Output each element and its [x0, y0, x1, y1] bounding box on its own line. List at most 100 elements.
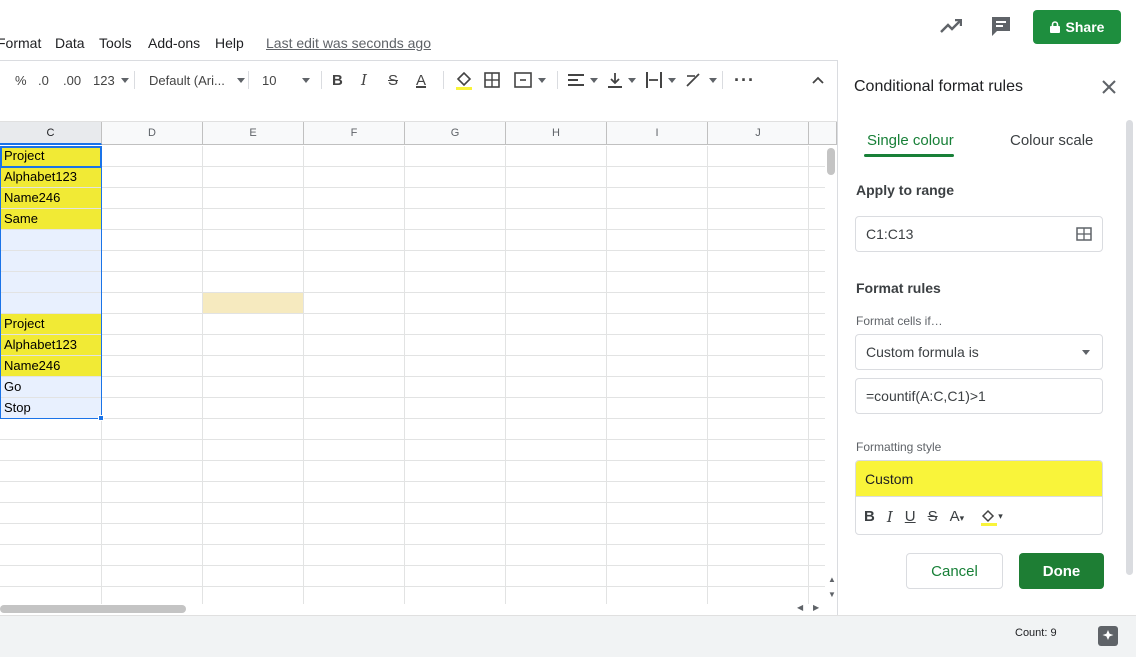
- grid-cell[interactable]: [203, 545, 304, 566]
- grid-cell[interactable]: [607, 440, 708, 461]
- grid-cell[interactable]: [506, 272, 607, 293]
- grid-cell[interactable]: [102, 230, 203, 251]
- grid-cell[interactable]: [708, 356, 809, 377]
- grid-cell[interactable]: [102, 398, 203, 419]
- text-color-icon[interactable]: A▾: [950, 508, 965, 525]
- column-header-c[interactable]: C: [0, 122, 102, 145]
- grid-cell[interactable]: [607, 482, 708, 503]
- grid-cell[interactable]: [203, 209, 304, 230]
- grid-cell[interactable]: [405, 146, 506, 167]
- grid-cell[interactable]: [506, 440, 607, 461]
- grid-cell[interactable]: [405, 440, 506, 461]
- grid-cell[interactable]: [203, 398, 304, 419]
- cell-c5[interactable]: [0, 230, 102, 251]
- last-edit-link[interactable]: Last edit was seconds ago: [266, 35, 431, 51]
- cell-c15[interactable]: [0, 440, 102, 461]
- grid-cell[interactable]: [304, 461, 405, 482]
- comments-icon[interactable]: [989, 14, 1013, 38]
- grid-cell[interactable]: [304, 398, 405, 419]
- explore-icon[interactable]: [1098, 626, 1118, 646]
- grid-cell[interactable]: [203, 230, 304, 251]
- vertical-scrollbar[interactable]: [825, 146, 837, 604]
- increase-decimal-button[interactable]: .00: [63, 61, 81, 99]
- grid-cell[interactable]: [405, 230, 506, 251]
- grid-cell[interactable]: [102, 272, 203, 293]
- grid-cell[interactable]: [304, 524, 405, 545]
- grid-cell[interactable]: [607, 209, 708, 230]
- grid-cell[interactable]: [708, 335, 809, 356]
- fill-color-icon[interactable]: [454, 61, 474, 99]
- grid-cell[interactable]: [607, 293, 708, 314]
- grid-cell[interactable]: [607, 503, 708, 524]
- grid-cell[interactable]: [203, 188, 304, 209]
- grid-cell[interactable]: [708, 251, 809, 272]
- grid-cell[interactable]: [405, 566, 506, 587]
- grid-cell[interactable]: [102, 461, 203, 482]
- formula-bar[interactable]: [0, 98, 837, 122]
- grid-cell[interactable]: [506, 482, 607, 503]
- cell-c11[interactable]: Name246: [0, 356, 102, 377]
- grid-cell[interactable]: [708, 419, 809, 440]
- grid-cell[interactable]: [405, 251, 506, 272]
- decrease-decimal-button[interactable]: .0: [38, 61, 49, 99]
- grid-cell[interactable]: [607, 146, 708, 167]
- grid-cell[interactable]: [102, 482, 203, 503]
- horizontal-scroll-thumb[interactable]: [0, 605, 186, 613]
- more-options-icon[interactable]: ···: [734, 61, 755, 99]
- grid-cell[interactable]: [304, 419, 405, 440]
- grid-cell[interactable]: [607, 230, 708, 251]
- grid-cell[interactable]: [405, 587, 506, 604]
- scroll-right-arrow-icon[interactable]: ▶: [813, 603, 819, 612]
- grid-cell[interactable]: [708, 230, 809, 251]
- underline-icon[interactable]: U: [905, 508, 916, 525]
- grid-cell[interactable]: [708, 293, 809, 314]
- cell-c20[interactable]: [0, 545, 102, 566]
- grid-cell[interactable]: [102, 524, 203, 545]
- grid-cell[interactable]: [304, 251, 405, 272]
- cell-c12[interactable]: Go: [0, 377, 102, 398]
- grid-cell[interactable]: [304, 545, 405, 566]
- cancel-button[interactable]: Cancel: [906, 553, 1003, 589]
- menu-addons[interactable]: Add-ons: [148, 35, 200, 51]
- grid-cell[interactable]: [405, 377, 506, 398]
- selection-count[interactable]: Count: 9: [1015, 627, 1057, 639]
- grid-cell[interactable]: [102, 545, 203, 566]
- borders-icon[interactable]: [484, 61, 500, 99]
- grid-cell[interactable]: [708, 377, 809, 398]
- scroll-down-arrow-icon[interactable]: ▼: [828, 590, 836, 599]
- grid-cell[interactable]: [405, 188, 506, 209]
- grid-cell[interactable]: [203, 314, 304, 335]
- grid-cell[interactable]: [304, 482, 405, 503]
- grid-cell[interactable]: [708, 146, 809, 167]
- grid-cell[interactable]: [304, 209, 405, 230]
- grid-cell[interactable]: [607, 188, 708, 209]
- menu-tools[interactable]: Tools: [99, 35, 132, 51]
- cell-c10[interactable]: Alphabet123: [0, 335, 102, 356]
- italic-icon[interactable]: I: [887, 508, 893, 526]
- grid-cell[interactable]: [607, 587, 708, 604]
- grid-cell[interactable]: [203, 419, 304, 440]
- grid-cell[interactable]: [708, 524, 809, 545]
- style-preview[interactable]: Custom: [856, 461, 1102, 497]
- grid-cell[interactable]: [203, 356, 304, 377]
- grid-cell[interactable]: [203, 503, 304, 524]
- grid-cell[interactable]: [708, 482, 809, 503]
- grid-cell[interactable]: [708, 587, 809, 604]
- grid-cell[interactable]: [203, 377, 304, 398]
- activity-trend-icon[interactable]: [939, 14, 963, 38]
- cell-c14[interactable]: [0, 419, 102, 440]
- cell-c7[interactable]: [0, 272, 102, 293]
- grid-cell[interactable]: [607, 251, 708, 272]
- bold-icon[interactable]: B: [332, 61, 343, 99]
- grid-cell[interactable]: [203, 524, 304, 545]
- grid-cell[interactable]: [506, 461, 607, 482]
- grid-cell[interactable]: [203, 251, 304, 272]
- cell-e8[interactable]: [203, 293, 304, 314]
- cell-c1[interactable]: Project: [0, 146, 102, 167]
- grid-cell[interactable]: [405, 293, 506, 314]
- grid-cell[interactable]: [708, 566, 809, 587]
- cell-c22[interactable]: [0, 587, 102, 604]
- grid-cell[interactable]: [405, 503, 506, 524]
- text-color-icon[interactable]: A: [416, 61, 426, 99]
- grid-cell[interactable]: [102, 566, 203, 587]
